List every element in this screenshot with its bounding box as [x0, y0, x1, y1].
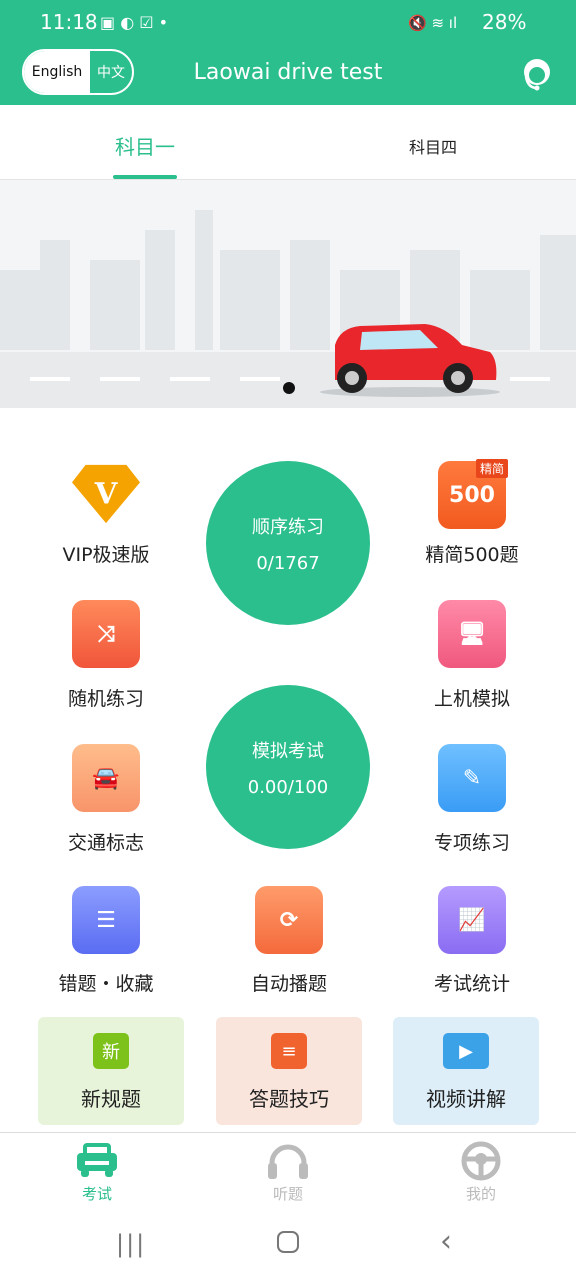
random-practice-label[interactable]: 随机练习 — [26, 684, 186, 711]
notification-icons: ▣ ◐ ☑ • — [100, 13, 169, 32]
special-practice-label[interactable]: 专项练习 — [392, 828, 552, 855]
wrong-fav-label[interactable]: 错题・收藏 — [26, 969, 186, 996]
video-tile[interactable]: ▶ 视频讲解 — [393, 1017, 539, 1125]
headphones-icon — [268, 1144, 308, 1179]
video-camera-icon: ▶ — [443, 1033, 489, 1069]
tab-subject-one[interactable]: 科目一 — [45, 131, 245, 160]
simplified-500-icon[interactable]: 500 精简 — [438, 459, 508, 529]
mock-exam-score: 0.00/100 — [247, 777, 329, 798]
bottom-nav: 考试 听题 我的 — [0, 1132, 576, 1222]
steering-wheel-icon — [461, 1141, 501, 1181]
vip-diamond-icon[interactable]: V — [72, 459, 140, 527]
back-button[interactable]: ‹ — [440, 1224, 452, 1259]
car-icon — [77, 1143, 117, 1177]
recent-apps-button[interactable]: ||| — [116, 1230, 146, 1258]
monitor-icon[interactable]: 🖥 — [438, 600, 506, 668]
simplified-label[interactable]: 精简500题 — [392, 540, 552, 567]
app-header: 11:18 ▣ ◐ ☑ • 🔇 ≋ ıl 28% English 中文 Laow… — [0, 0, 576, 105]
note-pencil-icon: ≡ — [271, 1033, 307, 1069]
page-title: Laowai drive test — [193, 60, 383, 85]
autoplay-label[interactable]: 自动播题 — [209, 969, 369, 996]
shuffle-icon[interactable]: ⤨ — [72, 600, 140, 668]
tips-label: 答题技巧 — [249, 1087, 329, 1111]
svg-text:V: V — [94, 477, 119, 511]
customer-service-icon[interactable] — [518, 55, 556, 93]
subject-tabs: 科目一 科目四 — [0, 105, 576, 180]
traffic-signs-label[interactable]: 交通标志 — [26, 828, 186, 855]
stats-chart-icon[interactable]: 📈 — [438, 886, 506, 954]
nav-exam-label: 考试 — [81, 1185, 112, 1203]
banner-carousel[interactable] — [0, 180, 576, 408]
sequential-practice-button[interactable]: 顺序练习 0/1767 — [206, 461, 370, 625]
sequential-label: 顺序练习 — [252, 517, 324, 538]
signal-icons: 🔇 ≋ ıl — [408, 14, 458, 32]
new-badge-icon: 新 — [93, 1033, 129, 1069]
car-sign-icon[interactable]: 🚘 — [72, 744, 140, 812]
sequential-progress: 0/1767 — [256, 553, 320, 574]
wrong-questions-icon[interactable]: ☰ — [72, 886, 140, 954]
tab-subject-four[interactable]: 科目四 — [333, 134, 533, 158]
video-label: 视频讲解 — [426, 1087, 506, 1111]
home-button[interactable] — [277, 1231, 299, 1253]
mock-exam-label: 模拟考试 — [252, 741, 324, 762]
battery-level: 28% — [482, 10, 527, 34]
status-time: 11:18 — [40, 10, 98, 34]
new-rules-label: 新规题 — [81, 1087, 141, 1111]
autoplay-icon[interactable]: ⟳ — [255, 886, 323, 954]
nav-mine-label: 我的 — [465, 1185, 496, 1203]
computer-sim-label[interactable]: 上机模拟 — [392, 684, 552, 711]
stats-label[interactable]: 考试统计 — [392, 969, 552, 996]
tips-tile[interactable]: ≡ 答题技巧 — [216, 1017, 362, 1125]
simplified-badge: 精简 — [475, 459, 508, 478]
pen-circle-icon[interactable]: ✎ — [438, 744, 506, 812]
city-car-illustration — [0, 210, 576, 408]
nav-listen-label: 听题 — [272, 1185, 303, 1203]
new-rules-tile[interactable]: 新 新规题 — [38, 1017, 184, 1125]
carousel-dot — [283, 382, 295, 394]
mock-exam-button[interactable]: 模拟考试 0.00/100 — [206, 685, 370, 849]
vip-label[interactable]: VIP极速版 — [26, 540, 186, 567]
simplified-500-number: 500 — [449, 482, 495, 508]
active-tab-indicator — [113, 175, 177, 179]
